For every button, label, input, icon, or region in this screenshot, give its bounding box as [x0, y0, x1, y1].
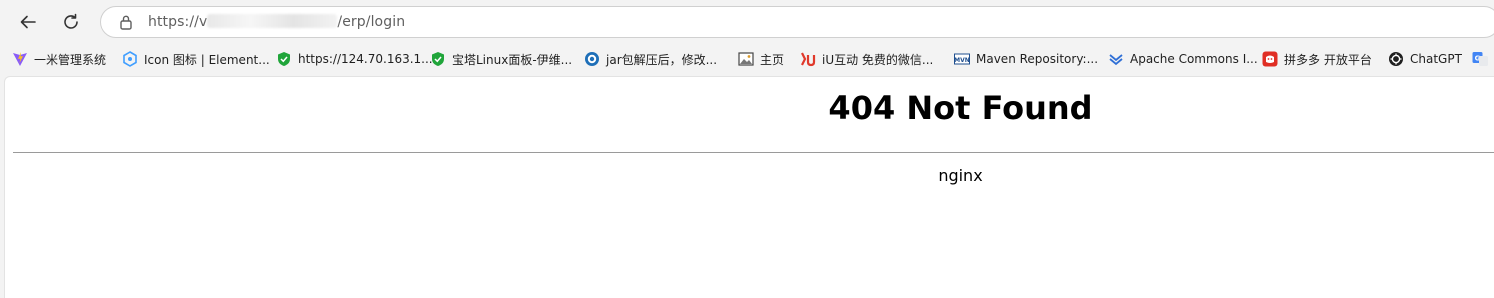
iu-icon: [800, 51, 816, 67]
vite-icon: [12, 51, 28, 67]
mvn-icon: MVN: [954, 51, 970, 67]
back-arrow-icon: [20, 15, 36, 29]
bookmark-item[interactable]: Icon 图标 | Element...: [122, 49, 270, 69]
bookmark-item[interactable]: G: [1472, 49, 1494, 69]
shield-icon: [430, 51, 446, 67]
divider: [13, 152, 1494, 153]
image-icon: [738, 51, 754, 67]
page-title: 404 Not Found: [828, 89, 1093, 127]
bookmark-item[interactable]: jar包解压后，修改...: [584, 49, 717, 69]
address-bar[interactable]: https://v/erp/login: [100, 6, 1494, 38]
chatgpt-icon: [1388, 51, 1404, 67]
browser-toolbar: https://v/erp/login: [0, 0, 1494, 44]
element-icon: [122, 51, 138, 67]
browser-window: https://v/erp/login 一米管理系统 Icon 图标 | Ele…: [0, 0, 1494, 298]
bookmark-item[interactable]: MVN Maven Repository:...: [954, 49, 1098, 69]
bookmark-item[interactable]: https://124.70.163.1...: [276, 49, 433, 69]
bookmark-item[interactable]: 主页: [738, 49, 784, 69]
page-viewport: 404 Not Found nginx: [4, 76, 1494, 298]
url-prefix: https://v: [148, 14, 208, 30]
translate-icon: G: [1472, 51, 1488, 67]
bookmark-item[interactable]: ChatGPT: [1388, 49, 1462, 69]
reload-button[interactable]: [55, 6, 87, 38]
bookmark-item[interactable]: 拼多多 开放平台: [1262, 49, 1372, 69]
apache-icon: [1108, 51, 1124, 67]
bookmark-item[interactable]: 宝塔Linux面板-伊维...: [430, 49, 572, 69]
pdd-icon: [1262, 51, 1278, 67]
reload-icon: [64, 13, 78, 29]
server-name: nginx: [938, 166, 983, 185]
back-button[interactable]: [12, 6, 44, 38]
bookmark-item[interactable]: iU互动 免费的微信...: [800, 49, 933, 69]
url-path: /erp/login: [337, 14, 406, 30]
bookmark-item[interactable]: 一米管理系统: [12, 49, 106, 69]
bookmarks-bar: 一米管理系统 Icon 图标 | Element... https://124.…: [0, 44, 1494, 74]
lock-icon[interactable]: [118, 14, 134, 30]
url-text: https://v/erp/login: [148, 14, 405, 30]
shield-icon: [276, 51, 292, 67]
svg-text:MVN: MVN: [954, 57, 970, 64]
bookmark-item[interactable]: Apache Commons I...: [1108, 49, 1258, 69]
redacted-host: [207, 14, 338, 28]
circle-logo-icon: [584, 51, 600, 67]
